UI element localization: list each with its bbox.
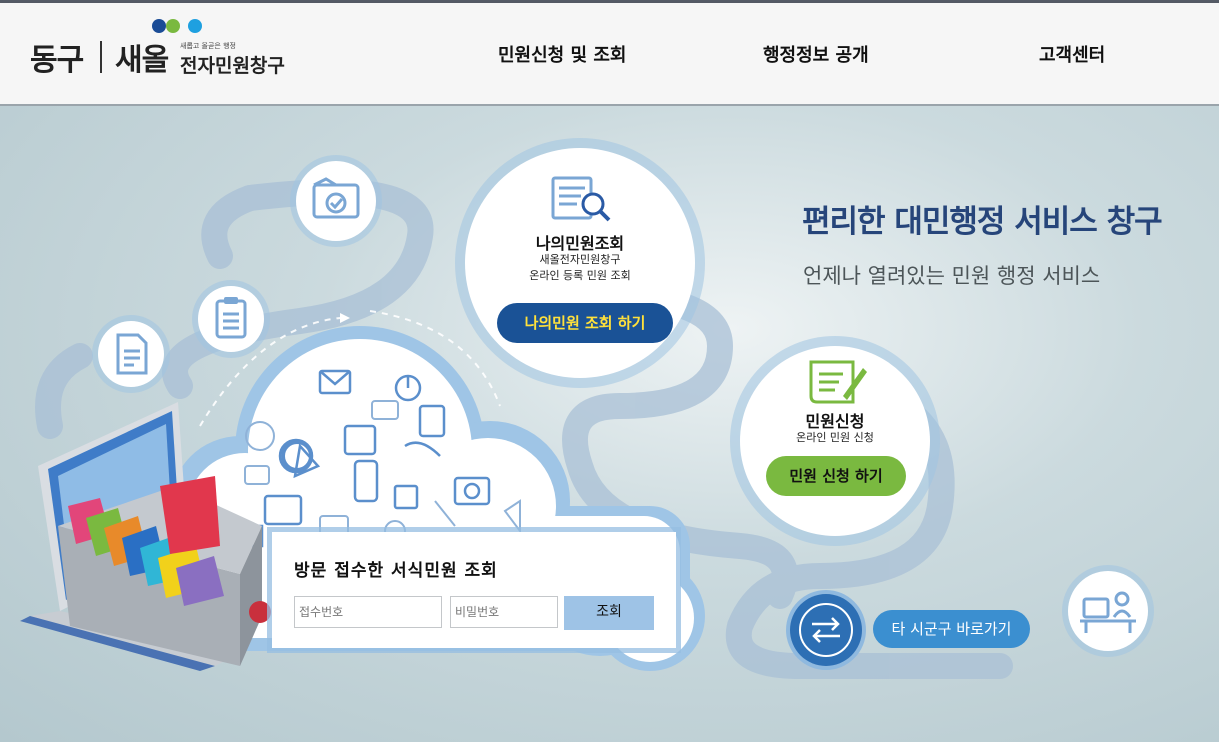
nav-admin-info-disclosure[interactable]: 행정정보 공개 (763, 41, 869, 67)
office-worker-bubble (1068, 571, 1148, 651)
visit-petition-lookup-box: 방문 접수한 서식민원 조회 조회 (272, 532, 676, 648)
petition-apply-title: 민원신청 (805, 412, 865, 431)
scroll-pen-icon (809, 360, 867, 404)
document-icon (116, 333, 148, 375)
clipboard-bubble (198, 286, 264, 352)
password-input[interactable] (450, 596, 558, 628)
lookup-submit-button[interactable]: 조회 (564, 596, 654, 630)
lookup-title: 방문 접수한 서식민원 조회 (294, 561, 498, 581)
petition-apply-button[interactable]: 민원 신청 하기 (766, 456, 906, 496)
folder-check-icon (312, 177, 360, 219)
nav-customer-center[interactable]: 고객센터 (1039, 41, 1105, 67)
other-region-shortcut-button[interactable]: 타 시군구 바로가기 (873, 610, 1030, 648)
petition-apply-card: 민원신청 온라인 민원 신청 민원 신청 하기 (740, 346, 930, 536)
hero-subtitle: 언제나 열려있는 민원 행정 서비스 (803, 264, 1101, 288)
my-petition-card: 나의민원조회 새올전자민원창구 온라인 등록 민원 조회 나의민원 조회 하기 (465, 148, 695, 378)
receipt-number-input[interactable] (294, 596, 442, 628)
hero-title: 편리한 대민행정 서비스 창구 (802, 204, 1163, 240)
nav-petition-apply-inquiry[interactable]: 민원신청 및 조회 (498, 41, 626, 67)
logo-dots-icon (152, 19, 212, 35)
logo-divider (100, 41, 102, 73)
document-bubble (98, 321, 164, 387)
clipboard-icon (215, 297, 247, 339)
my-petition-desc-2: 온라인 등록 민원 조회 (529, 269, 631, 282)
logo-brand: 새올 (115, 43, 169, 78)
logo-district: 동구 (30, 43, 84, 78)
header: 동구 새올 새롭고 올곧은 행정 전자민원창구 민원신청 및 조회 행정정보 공… (0, 3, 1219, 106)
my-petition-title: 나의민원조회 (535, 234, 625, 253)
my-petition-desc-1: 새올전자민원창구 (539, 253, 621, 266)
arrows-exchange-icon (799, 603, 853, 657)
folder-check-bubble (296, 161, 376, 241)
other-region-circle[interactable] (790, 594, 862, 666)
desk-person-icon (1080, 591, 1136, 633)
document-search-icon (551, 176, 611, 222)
petition-apply-desc: 온라인 민원 신청 (796, 431, 874, 444)
my-petition-inquiry-button[interactable]: 나의민원 조회 하기 (497, 303, 673, 343)
logo-service-name: 전자민원창구 (180, 55, 285, 77)
main-visual: 나의민원조회 새올전자민원창구 온라인 등록 민원 조회 나의민원 조회 하기 … (0, 106, 1219, 742)
logo-slogan: 새롭고 올곧은 행정 (180, 42, 236, 50)
